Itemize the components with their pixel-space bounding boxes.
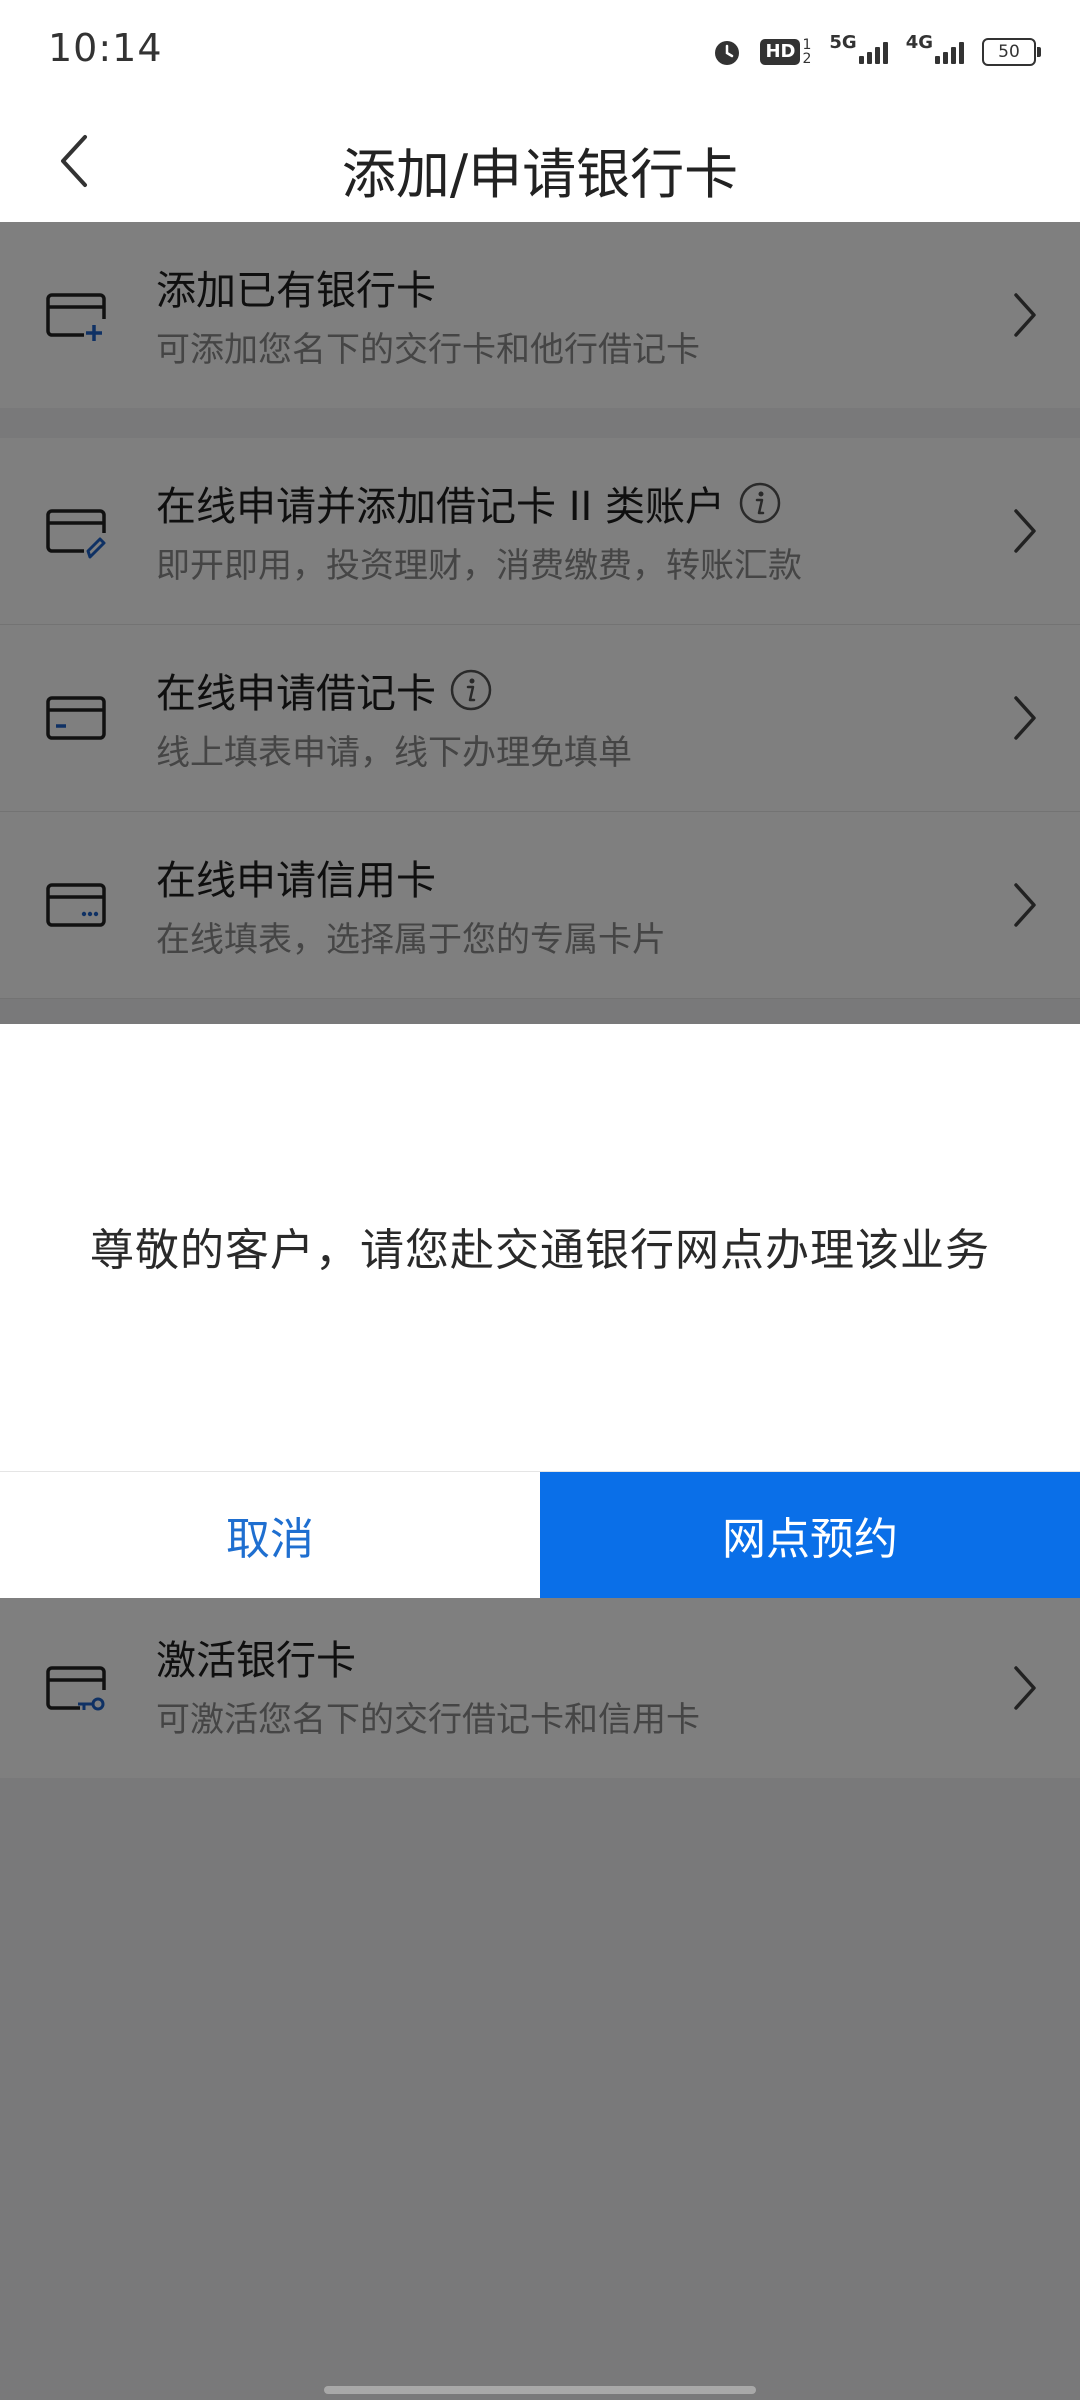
hd-sup-top: 1 [802, 37, 812, 53]
net1-label: 5G [829, 31, 857, 53]
page-title: 添加/申请银行卡 [341, 143, 739, 206]
hd-label: HD [760, 39, 801, 65]
branch-dialog: 尊敬的客户，请您赴交通银行网点办理该业务 取消 网点预约 [0, 1024, 1080, 1598]
cancel-button[interactable]: 取消 [0, 1472, 540, 1598]
dialog-message: 尊敬的客户，请您赴交通银行网点办理该业务 [90, 1225, 990, 1276]
signal-4g-icon: 4G [906, 32, 964, 64]
branch-appointment-button[interactable]: 网点预约 [540, 1472, 1080, 1598]
dialog-buttons: 取消 网点预约 [0, 1471, 1080, 1598]
header: 添加/申请银行卡 [0, 100, 1080, 222]
status-time: 10:14 [48, 26, 163, 70]
status-bar: 10:14 HD 1 2 5G 4G 50 [0, 0, 1080, 100]
status-icons: HD 1 2 5G 4G 50 [712, 30, 1041, 74]
net2-label: 4G [905, 31, 933, 53]
home-indicator[interactable] [324, 2386, 756, 2394]
battery-level: 50 [998, 42, 1020, 62]
hd-sup-bottom: 2 [802, 51, 812, 67]
battery-icon: 50 [982, 38, 1041, 66]
signal-5g-icon: 5G [829, 32, 888, 64]
hd-icon: HD 1 2 [760, 38, 811, 66]
alarm-icon [712, 37, 742, 67]
